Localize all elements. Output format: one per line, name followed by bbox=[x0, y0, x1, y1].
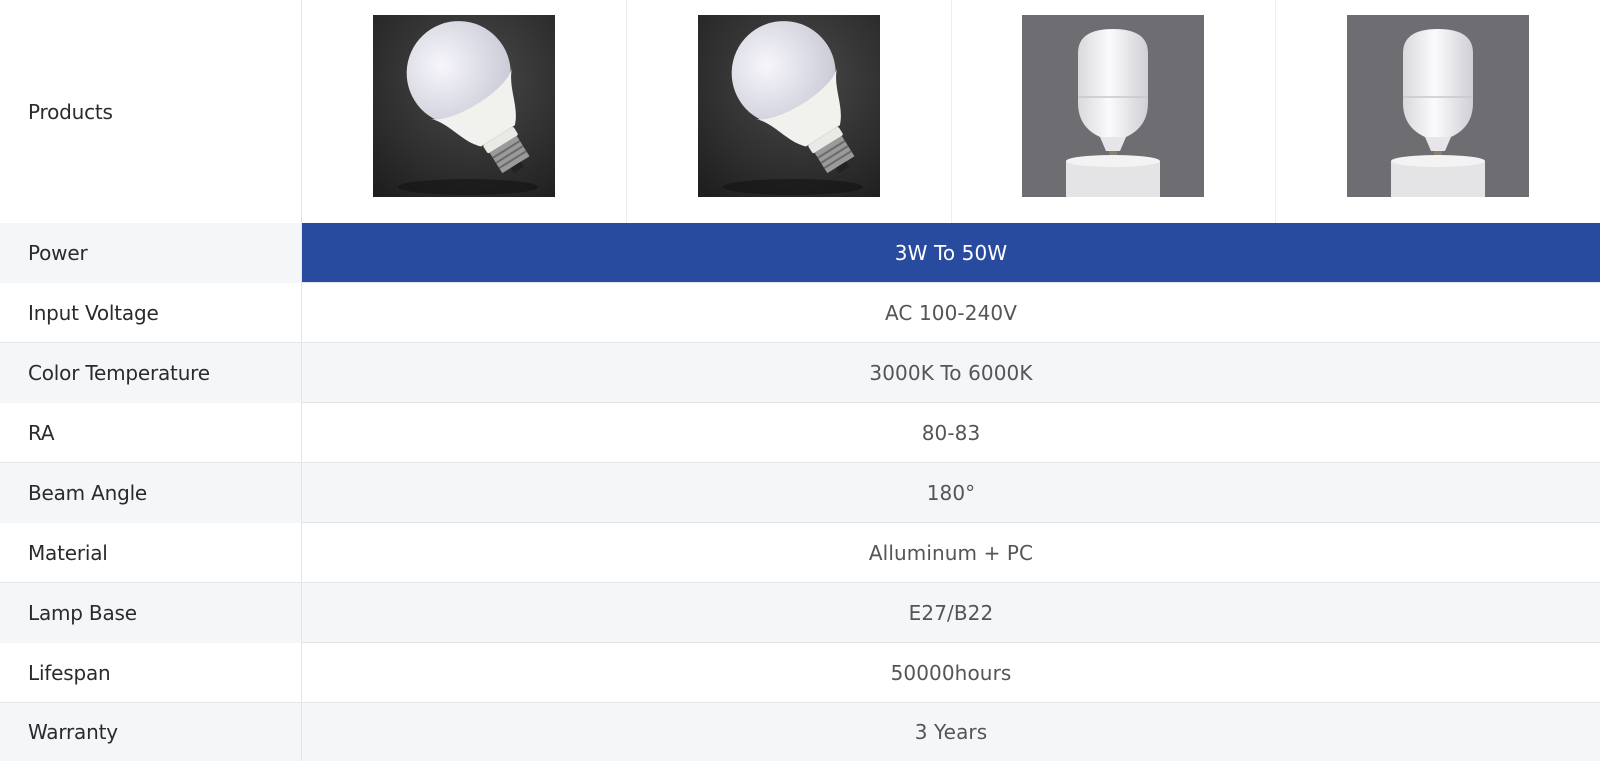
spec-value: AC 100-240V bbox=[885, 300, 1017, 325]
spec-row-warranty: Warranty 3 Years bbox=[0, 703, 1600, 761]
spec-row-ra: RA 80-83 bbox=[0, 403, 1600, 463]
spec-row-beam-angle: Beam Angle 180° bbox=[0, 463, 1600, 523]
spec-label: Lamp Base bbox=[0, 583, 302, 643]
spec-row-lifespan: Lifespan 50000hours bbox=[0, 643, 1600, 703]
spec-label: Color Temperature bbox=[0, 343, 302, 403]
spec-value: Alluminum + PC bbox=[868, 540, 1034, 565]
a-shape-led-bulb-photo[interactable] bbox=[372, 15, 555, 197]
spec-table: Products Power 3W To 50W Input Voltage A… bbox=[0, 0, 1600, 761]
spec-label: Power bbox=[0, 223, 302, 283]
spec-label: Warranty bbox=[0, 703, 302, 761]
t-shape-led-bulb-photo[interactable] bbox=[1347, 15, 1530, 197]
spec-label: Lifespan bbox=[0, 643, 302, 703]
spec-value: 3000K To 6000K bbox=[869, 360, 1033, 385]
spec-value: 50000hours bbox=[890, 660, 1012, 685]
spec-label: Input Voltage bbox=[0, 283, 302, 343]
spec-row-color-temperature: Color Temperature 3000K To 6000K bbox=[0, 343, 1600, 403]
a-shape-led-bulb-photo[interactable] bbox=[697, 15, 880, 197]
spec-row-input-voltage: Input Voltage AC 100-240V bbox=[0, 283, 1600, 343]
spec-value: E27/B22 bbox=[908, 600, 994, 625]
spec-label: RA bbox=[0, 403, 302, 463]
product-cell-2 bbox=[627, 0, 952, 223]
product-cell-4 bbox=[1276, 0, 1600, 223]
spec-value: 3 Years bbox=[302, 703, 1600, 761]
spec-row-material: Material Alluminum + PC bbox=[0, 523, 1600, 583]
product-cell-3 bbox=[952, 0, 1277, 223]
spec-row-power: Power 3W To 50W bbox=[0, 223, 1600, 283]
products-label: Products bbox=[0, 0, 302, 223]
spec-value: 180° bbox=[926, 480, 976, 505]
spec-value: 3W To 50W bbox=[302, 223, 1600, 282]
products-row: Products bbox=[0, 0, 1600, 224]
t-shape-led-bulb-photo[interactable] bbox=[1022, 15, 1205, 197]
spec-value: 80-83 bbox=[921, 420, 981, 445]
product-cell-1 bbox=[302, 0, 627, 223]
spec-label: Material bbox=[0, 523, 302, 583]
spec-label: Beam Angle bbox=[0, 463, 302, 523]
spec-row-lamp-base: Lamp Base E27/B22 bbox=[0, 583, 1600, 643]
